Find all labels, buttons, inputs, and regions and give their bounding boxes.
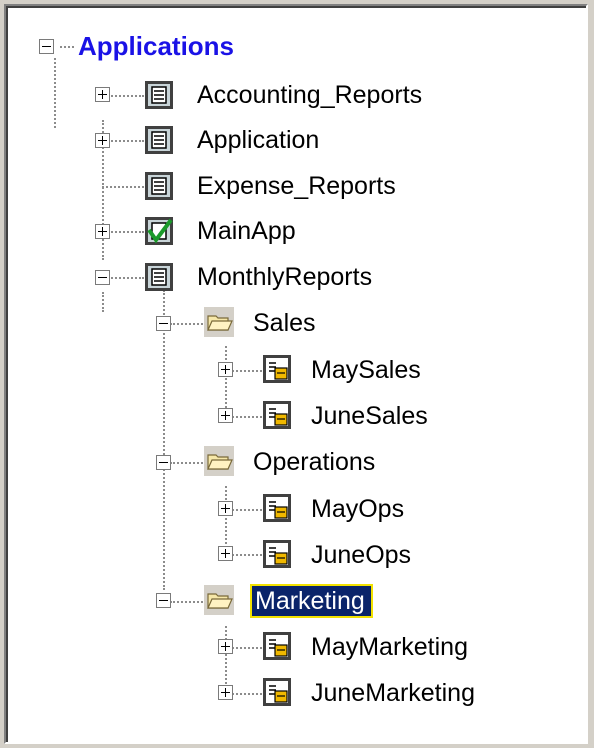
collapse-toggle-icon[interactable] — [39, 39, 54, 54]
tree-view-panel — [4, 4, 588, 744]
connector-line — [54, 58, 56, 128]
application-checked-icon — [145, 217, 173, 245]
open-folder-icon — [204, 446, 234, 476]
connector-line — [108, 231, 144, 233]
tree-node-label[interactable]: MayMarketing — [311, 632, 468, 662]
connector-line — [170, 323, 206, 325]
connector-line — [232, 693, 262, 695]
application-icon — [145, 126, 173, 154]
expand-toggle-icon[interactable] — [218, 408, 233, 423]
expand-toggle-icon[interactable] — [218, 362, 233, 377]
expand-toggle-icon[interactable] — [218, 501, 233, 516]
collapse-toggle-icon[interactable] — [95, 270, 110, 285]
tree-node-label-selected[interactable]: Marketing — [250, 584, 373, 618]
tree-node-label[interactable]: Sales — [253, 308, 316, 338]
expand-toggle-icon[interactable] — [218, 546, 233, 561]
connector-line — [232, 647, 262, 649]
open-folder-icon — [204, 307, 234, 337]
connector-line — [60, 46, 74, 48]
connector-line — [232, 509, 262, 511]
tree-node-label[interactable]: JuneOps — [311, 540, 411, 570]
connector-line — [102, 292, 104, 312]
tree-node-label[interactable]: MayOps — [311, 494, 404, 524]
connector-line — [232, 416, 262, 418]
connector-line — [232, 370, 262, 372]
tree-node-label[interactable]: Application — [197, 125, 319, 155]
tree-view-inner-border — [6, 6, 586, 742]
tree-node-label[interactable]: MainApp — [197, 216, 296, 246]
report-icon — [263, 678, 291, 706]
expand-toggle-icon[interactable] — [95, 224, 110, 239]
tree-node-label[interactable]: Operations — [253, 447, 375, 477]
connector-line — [102, 186, 144, 188]
expand-toggle-icon[interactable] — [95, 87, 110, 102]
collapse-toggle-icon[interactable] — [156, 455, 171, 470]
application-icon — [145, 172, 173, 200]
report-icon — [263, 632, 291, 660]
tree-node-label[interactable]: Applications — [78, 31, 234, 61]
application-icon — [145, 81, 173, 109]
tree-node-label[interactable]: JuneSales — [311, 401, 428, 431]
connector-line — [232, 554, 262, 556]
connector-line — [108, 95, 144, 97]
connector-line — [108, 140, 144, 142]
report-icon — [263, 540, 291, 568]
collapse-toggle-icon[interactable] — [156, 316, 171, 331]
report-icon — [263, 355, 291, 383]
collapse-toggle-icon[interactable] — [156, 593, 171, 608]
open-folder-icon — [204, 585, 234, 615]
connector-line — [108, 277, 144, 279]
connector-line — [225, 346, 227, 416]
connector-line — [163, 290, 165, 590]
connector-line — [170, 601, 206, 603]
tree-node-label[interactable]: MaySales — [311, 355, 421, 385]
tree-node-label[interactable]: MonthlyReports — [197, 262, 372, 292]
expand-toggle-icon[interactable] — [218, 639, 233, 654]
report-icon — [263, 494, 291, 522]
expand-toggle-icon[interactable] — [218, 685, 233, 700]
report-icon — [263, 401, 291, 429]
expand-toggle-icon[interactable] — [95, 133, 110, 148]
connector-line — [170, 462, 206, 464]
tree-node-label[interactable]: JuneMarketing — [311, 678, 475, 708]
application-icon — [145, 263, 173, 291]
tree-node-label[interactable]: Accounting_Reports — [197, 80, 422, 110]
tree-node-label[interactable]: Expense_Reports — [197, 171, 396, 201]
